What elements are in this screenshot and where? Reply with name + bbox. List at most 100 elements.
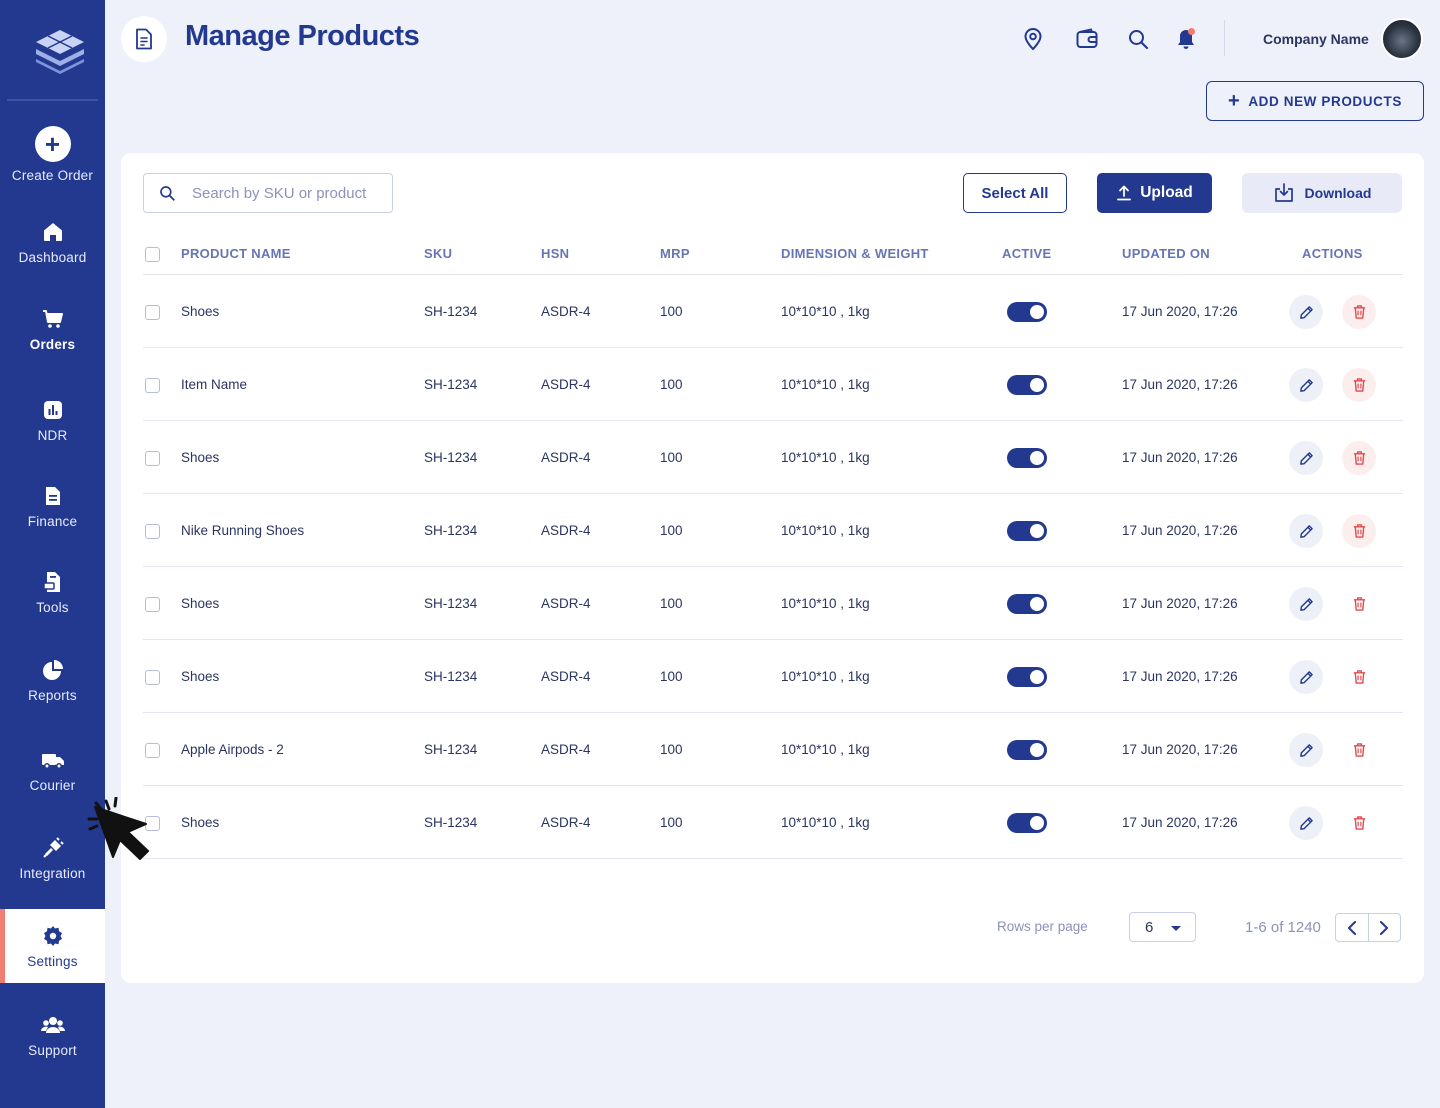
sidebar-item-integration[interactable]: Integration [0, 836, 105, 881]
pencil-icon [1299, 670, 1313, 684]
active-toggle[interactable] [1007, 302, 1047, 322]
mrp-cell: 100 [660, 450, 683, 465]
delete-button[interactable] [1342, 514, 1376, 548]
next-page-button[interactable] [1369, 914, 1401, 941]
row-checkbox[interactable] [145, 670, 160, 685]
delete-button[interactable] [1342, 441, 1376, 475]
edit-button[interactable] [1289, 514, 1323, 548]
sidebar-item-reports[interactable]: Reports [0, 658, 105, 703]
sidebar-item-create-order[interactable]: + Create Order [0, 126, 105, 183]
updated-on-cell: 17 Jun 2020, 17:26 [1122, 523, 1238, 538]
avatar[interactable] [1381, 18, 1423, 60]
product-name-cell: Shoes [181, 669, 220, 684]
notification-badge [1188, 28, 1195, 35]
row-checkbox[interactable] [145, 305, 160, 320]
table-row: Nike Running Shoes SH-1234 ASDR-4 100 10*10*… [121, 494, 1424, 567]
row-checkbox[interactable] [145, 524, 160, 539]
delete-button[interactable] [1342, 368, 1376, 402]
active-toggle[interactable] [1007, 521, 1047, 541]
pencil-icon [1299, 305, 1313, 319]
trash-icon [1353, 670, 1365, 684]
upload-button[interactable]: Upload [1097, 173, 1212, 213]
sidebar-item-orders[interactable]: Orders [0, 307, 105, 352]
trash-icon [1353, 305, 1365, 319]
upload-label: Upload [1140, 184, 1193, 201]
hsn-cell: ASDR-4 [541, 742, 591, 757]
table-row: Shoes SH-1234 ASDR-4 100 10*10*10 , 1kg 17 Ju… [121, 786, 1424, 859]
active-toggle[interactable] [1007, 740, 1047, 760]
sidebar-item-finance[interactable]: Finance [0, 484, 105, 529]
column-header-product-name: PRODUCT NAME [181, 246, 291, 261]
row-checkbox[interactable] [145, 597, 160, 612]
select-all-button[interactable]: Select All [963, 173, 1067, 213]
location-icon[interactable] [1021, 27, 1045, 51]
trash-icon [1353, 816, 1365, 830]
product-name-cell: Shoes [181, 450, 220, 465]
active-toggle[interactable] [1007, 448, 1047, 468]
search-icon[interactable] [1126, 27, 1150, 51]
hsn-cell: ASDR-4 [541, 669, 591, 684]
updated-on-cell: 17 Jun 2020, 17:26 [1122, 377, 1238, 392]
truck-icon [41, 754, 64, 769]
delete-button[interactable] [1342, 295, 1376, 329]
column-header-mrp: MRP [660, 246, 690, 261]
column-header-updated-on: UPDATED ON [1122, 246, 1210, 261]
updated-on-cell: 17 Jun 2020, 17:26 [1122, 450, 1238, 465]
mrp-cell: 100 [660, 304, 683, 319]
add-new-products-label: ADD NEW PRODUCTS [1248, 93, 1402, 109]
rows-per-page-select[interactable]: 6 [1129, 912, 1196, 942]
hsn-cell: ASDR-4 [541, 304, 591, 319]
search-box[interactable] [143, 173, 393, 213]
edit-button[interactable] [1289, 441, 1323, 475]
row-checkbox[interactable] [145, 378, 160, 393]
active-toggle[interactable] [1007, 594, 1047, 614]
edit-button[interactable] [1289, 587, 1323, 621]
download-icon [1274, 183, 1293, 202]
column-header-hsn: HSN [541, 246, 570, 261]
sidebar-item-support[interactable]: Support [0, 1013, 105, 1058]
search-icon [160, 186, 175, 201]
home-icon [43, 223, 62, 241]
add-new-products-button[interactable]: + ADD NEW PRODUCTS [1206, 81, 1424, 121]
column-header-active: ACTIVE [1002, 246, 1052, 261]
pagination-range: 1-6 of 1240 [1245, 919, 1321, 936]
edit-button[interactable] [1289, 368, 1323, 402]
sidebar-item-courier[interactable]: Courier [0, 748, 105, 793]
active-toggle[interactable] [1007, 667, 1047, 687]
sidebar-item-tools[interactable]: Tools [0, 570, 105, 615]
delete-button[interactable] [1342, 587, 1376, 621]
logo-icon[interactable] [34, 28, 86, 74]
table-row: Apple Airpods - 2 SH-1234 ASDR-4 100 10*10*1… [121, 713, 1424, 786]
row-checkbox[interactable] [145, 743, 160, 758]
row-checkbox[interactable] [145, 816, 160, 831]
sidebar-item-label: Integration [19, 866, 86, 881]
edit-button[interactable] [1289, 295, 1323, 329]
trash-icon [1353, 451, 1365, 465]
sidebar-item-dashboard[interactable]: Dashboard [0, 220, 105, 265]
updated-on-cell: 17 Jun 2020, 17:26 [1122, 669, 1238, 684]
company-name[interactable]: Company Name [1263, 31, 1369, 47]
table-row: Item Name SH-1234 ASDR-4 100 10*10*10 , 1kg 1… [121, 348, 1424, 421]
edit-button[interactable] [1289, 660, 1323, 694]
edit-button[interactable] [1289, 733, 1323, 767]
edit-button[interactable] [1289, 806, 1323, 840]
delete-button[interactable] [1342, 733, 1376, 767]
pencil-icon [1299, 597, 1313, 611]
sidebar-item-settings[interactable]: Settings [0, 924, 105, 969]
sidebar-item-ndr[interactable]: NDR [0, 398, 105, 443]
row-checkbox[interactable] [145, 451, 160, 466]
active-toggle[interactable] [1007, 813, 1047, 833]
column-header-actions: ACTIONS [1302, 246, 1363, 261]
prev-page-button[interactable] [1336, 914, 1369, 941]
download-button[interactable]: Download [1242, 173, 1402, 213]
select-all-checkbox[interactable] [145, 247, 160, 262]
active-toggle[interactable] [1007, 375, 1047, 395]
wallet-icon[interactable] [1075, 27, 1099, 51]
search-input[interactable] [192, 184, 387, 202]
download-label: Download [1304, 185, 1372, 201]
document-icon [45, 487, 60, 505]
plug-icon [42, 837, 64, 858]
delete-button[interactable] [1342, 806, 1376, 840]
product-name-cell: Apple Airpods - 2 [181, 742, 284, 757]
delete-button[interactable] [1342, 660, 1376, 694]
